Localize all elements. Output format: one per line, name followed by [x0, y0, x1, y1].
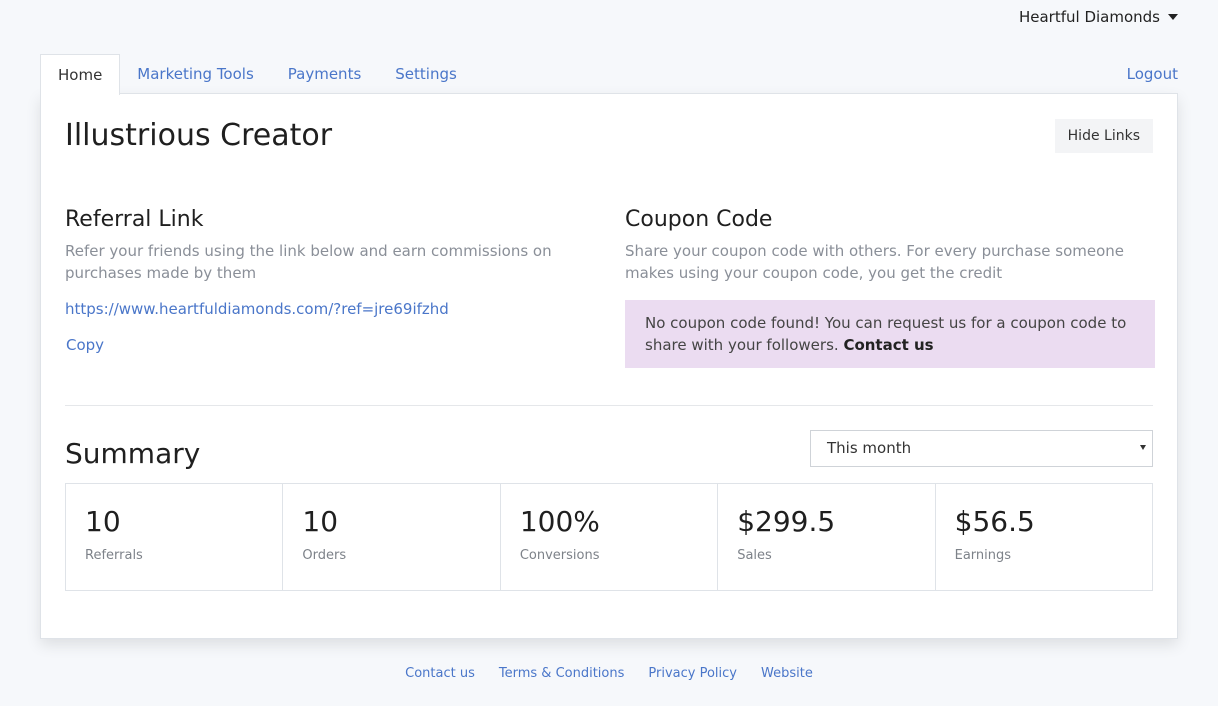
- summary-stats: 10 Referrals 10 Orders 100% Conversions …: [65, 483, 1153, 591]
- tab-home[interactable]: Home: [40, 54, 121, 95]
- tab-payments[interactable]: Payments: [271, 54, 378, 94]
- account-menu[interactable]: Heartful Diamonds: [1019, 8, 1178, 26]
- referral-heading: Referral Link: [65, 207, 204, 232]
- logout-link[interactable]: Logout: [1127, 54, 1178, 94]
- main-tabs: Home Marketing Tools Payments Settings L…: [40, 54, 1178, 95]
- tab-settings[interactable]: Settings: [378, 54, 474, 94]
- referral-description: Refer your friends using the link below …: [65, 242, 552, 282]
- contact-us-link[interactable]: Contact us: [843, 336, 933, 354]
- stat-value: $56.5: [954, 505, 1035, 538]
- period-select[interactable]: This month: [810, 430, 1153, 467]
- coupon-section: Coupon Code Share your coupon code with …: [625, 207, 1155, 368]
- stat-label: Conversions: [519, 548, 600, 563]
- tab-marketing-tools[interactable]: Marketing Tools: [120, 54, 270, 94]
- page-title: Illustrious Creator: [65, 118, 333, 153]
- stat-earnings: $56.5 Earnings: [936, 484, 1152, 590]
- referral-link[interactable]: https://www.heartfuldiamonds.com/?ref=jr…: [65, 300, 585, 318]
- stat-value: 100%: [519, 505, 600, 538]
- divider: [65, 405, 1153, 406]
- stat-conversions: 100% Conversions: [501, 484, 719, 590]
- stat-value: 10: [302, 505, 339, 538]
- stat-label: Earnings: [954, 548, 1012, 563]
- coupon-alert: No coupon code found! You can request us…: [625, 300, 1155, 368]
- stat-referrals: 10 Referrals: [66, 484, 284, 590]
- stat-label: Sales: [737, 548, 772, 563]
- caret-down-icon: [1168, 14, 1178, 20]
- stat-label: Orders: [302, 548, 347, 563]
- stat-value: 10: [85, 505, 121, 538]
- stat-label: Referrals: [85, 548, 143, 563]
- main-card: Illustrious Creator Hide Links Referral …: [40, 93, 1178, 639]
- footer-links: Contact us Terms & Conditions Privacy Po…: [0, 666, 1218, 681]
- hide-links-button[interactable]: Hide Links: [1054, 119, 1153, 153]
- stat-orders: 10 Orders: [283, 484, 501, 590]
- account-name: Heartful Diamonds: [1018, 8, 1160, 26]
- period-selected-value: This month: [827, 439, 912, 457]
- copy-link-button[interactable]: Copy: [65, 336, 104, 354]
- coupon-description: Share your coupon code with others. For …: [625, 242, 1125, 282]
- summary-title: Summary: [65, 437, 201, 470]
- footer-website-link[interactable]: Website: [761, 666, 813, 681]
- coupon-heading: Coupon Code: [625, 207, 773, 232]
- footer-contact-us-link[interactable]: Contact us: [405, 666, 475, 681]
- referral-section: Referral Link Refer your friends using t…: [65, 207, 585, 354]
- footer-privacy-link[interactable]: Privacy Policy: [648, 666, 737, 681]
- stat-value: $299.5: [737, 505, 836, 538]
- footer-terms-link[interactable]: Terms & Conditions: [499, 666, 625, 681]
- stat-sales: $299.5 Sales: [718, 484, 936, 590]
- dropdown-arrow-icon: [1140, 445, 1146, 450]
